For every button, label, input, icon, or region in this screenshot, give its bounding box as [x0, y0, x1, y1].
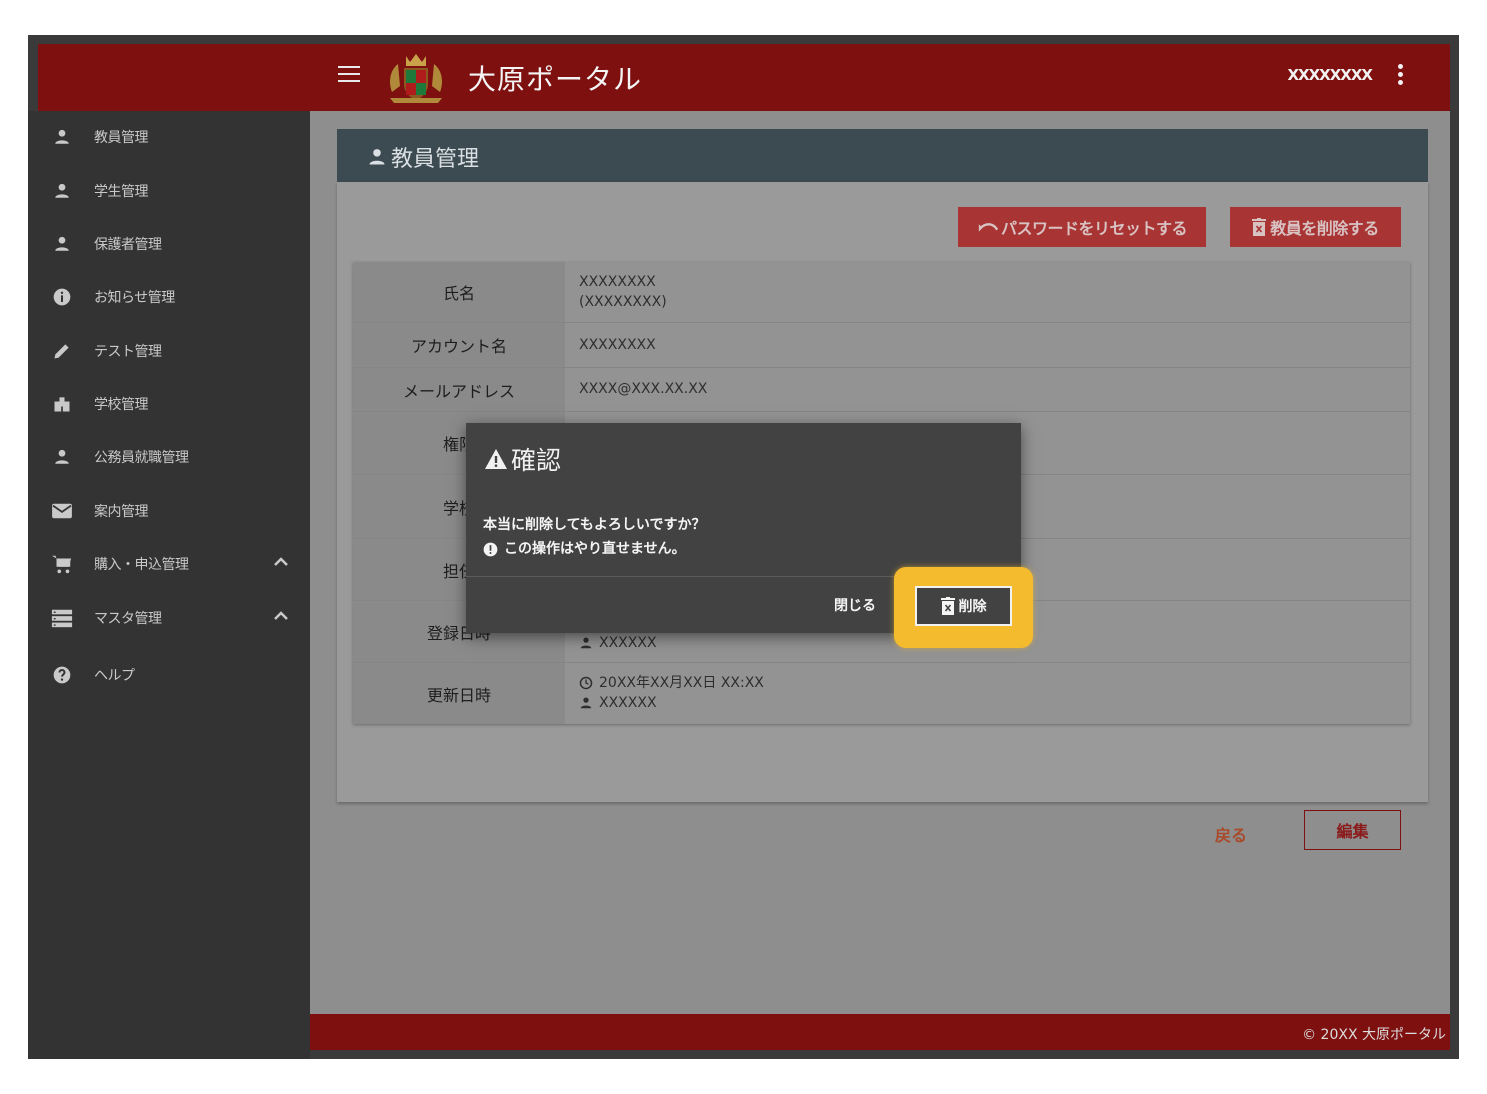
updated-at-value: 20XX年XX月XX日 XX:XX [599, 675, 764, 691]
row-label: 更新日時 [353, 663, 565, 724]
school-icon [51, 393, 73, 415]
card-header: 教員管理 [337, 129, 1428, 182]
sidebar-item-purchases[interactable]: 購入・申込管理 [28, 544, 310, 584]
menu-icon[interactable] [338, 66, 360, 84]
sidebar-item-label: お知らせ管理 [94, 290, 175, 306]
table-row: 氏名 XXXXXXXX (XXXXXXXX) [353, 262, 1410, 322]
sidebar-item-label: 学校管理 [94, 397, 149, 413]
delete-teacher-label: 教員を削除する [1270, 219, 1379, 238]
sidebar-item-label: 保護者管理 [94, 237, 162, 253]
sidebar-item-guardians[interactable]: 保護者管理 [28, 224, 310, 264]
sidebar-item-notices[interactable]: お知らせ管理 [28, 277, 310, 317]
app-title: 大原ポータル [468, 63, 643, 96]
sidebar-item-label: 購入・申込管理 [94, 557, 189, 573]
chevron-up-icon[interactable] [274, 611, 288, 621]
sidebar-item-label: 学生管理 [94, 184, 149, 200]
sidebar: 教員管理 学生管理 保護者管理 お知らせ管理 テスト管理 学校管理 公務員就職管… [28, 111, 310, 1059]
warning-icon [485, 449, 507, 469]
row-value: XXXXXX [579, 633, 657, 653]
sidebar-item-label: 教員管理 [94, 130, 149, 146]
table-row: アカウント名 XXXXXXXX [353, 322, 1410, 367]
warning-text: この操作はやり直せません。 [504, 541, 686, 557]
sidebar-item-label: マスタ管理 [94, 611, 162, 627]
created-by-name: XXXXXX [599, 635, 657, 651]
sidebar-item-help[interactable]: ヘルプ [28, 655, 310, 695]
cart-icon [51, 553, 73, 575]
table-row: メールアドレス XXXX@XXX.XX.XX [353, 367, 1410, 411]
confirm-question: 本当に削除してもよろしいですか？ [483, 517, 706, 533]
dialog-warning: この操作はやり直せません。 [483, 537, 705, 561]
delete-teacher-button[interactable]: 教員を削除する [1230, 207, 1401, 247]
dialog-title-text: 確認 [511, 446, 562, 475]
sidebar-item-label: テスト管理 [94, 344, 162, 360]
account-value: XXXXXXXX [579, 337, 656, 353]
sidebar-item-tests[interactable]: テスト管理 [28, 331, 310, 371]
person-icon [51, 180, 73, 202]
person-icon [580, 697, 592, 709]
trash-icon [940, 597, 955, 615]
created-by: XXXXXX [579, 633, 657, 653]
footer: © 20XX 大原ポータル [310, 1014, 1450, 1050]
help-icon [51, 664, 73, 686]
row-label: メールアドレス [353, 368, 565, 411]
sidebar-item-teachers[interactable]: 教員管理 [28, 117, 310, 157]
confirm-delete-button[interactable]: 削除 [915, 586, 1012, 626]
person-icon [580, 637, 592, 649]
person-icon [51, 233, 73, 255]
info-icon [51, 286, 73, 308]
name-kana-value: (XXXXXXXX) [579, 294, 667, 310]
trash-icon [1252, 218, 1267, 236]
list-icon [51, 607, 73, 629]
row-label: アカウント名 [353, 323, 565, 367]
sidebar-item-students[interactable]: 学生管理 [28, 171, 310, 211]
sidebar-item-label: 公務員就職管理 [94, 450, 189, 466]
app-window: 大原ポータル XXXXXXXX 教員管理 学生管理 保護者管理 お知らせ管理 テ… [28, 35, 1459, 1059]
clock-icon [579, 676, 593, 690]
person-icon [51, 126, 73, 148]
copyright: © 20XX 大原ポータル [1302, 1027, 1446, 1043]
back-link[interactable]: 戻る [1215, 822, 1247, 846]
updated-by-name: XXXXXX [599, 695, 657, 711]
chevron-up-icon[interactable] [274, 557, 288, 567]
sidebar-item-label: 案内管理 [94, 504, 149, 520]
dialog-message: 本当に削除してもよろしいですか？ この操作はやり直せません。 [483, 513, 705, 561]
row-label: 氏名 [353, 262, 565, 322]
row-value: XXXXXXXX (XXXXXXXX) [579, 272, 667, 312]
updated-at: 20XX年XX月XX日 XX:XX [579, 673, 764, 693]
dialog-title: 確認 [484, 441, 561, 477]
name-value: XXXXXXXX [579, 274, 656, 290]
page-title: 教員管理 [367, 141, 479, 173]
edit-button[interactable]: 編集 [1304, 810, 1401, 850]
sidebar-item-schools[interactable]: 学校管理 [28, 384, 310, 424]
more-vert-icon[interactable] [1398, 64, 1404, 86]
person-icon [51, 446, 73, 468]
row-value: 20XX年XX月XX日 XX:XX XXXXXX [579, 673, 764, 713]
pencil-icon [51, 340, 73, 362]
delete-label: 削除 [958, 599, 987, 615]
sidebar-item-master[interactable]: マスタ管理 [28, 598, 310, 638]
reset-password-label: パスワードをリセットする [1000, 219, 1188, 238]
crest-logo [390, 54, 442, 103]
page-title-text: 教員管理 [391, 147, 480, 172]
updated-by: XXXXXX [579, 693, 764, 713]
sidebar-item-guides[interactable]: 案内管理 [28, 491, 310, 531]
mail-icon [51, 500, 73, 522]
alert-circle-icon [483, 542, 498, 556]
close-button[interactable]: 閉じる [834, 595, 876, 615]
sidebar-item-civil-service[interactable]: 公務員就職管理 [28, 437, 310, 477]
top-app-bar: 大原ポータル XXXXXXXX [38, 44, 1450, 111]
email-value: XXXX@XXX.XX.XX [579, 381, 708, 397]
sidebar-item-label: ヘルプ [94, 668, 135, 684]
table-row: 更新日時 20XX年XX月XX日 XX:XX XXXXXX [353, 662, 1410, 724]
user-name[interactable]: XXXXXXXX [1287, 66, 1373, 84]
undo-icon [978, 223, 999, 232]
person-icon [369, 149, 385, 165]
reset-password-button[interactable]: パスワードをリセットする [958, 207, 1206, 247]
